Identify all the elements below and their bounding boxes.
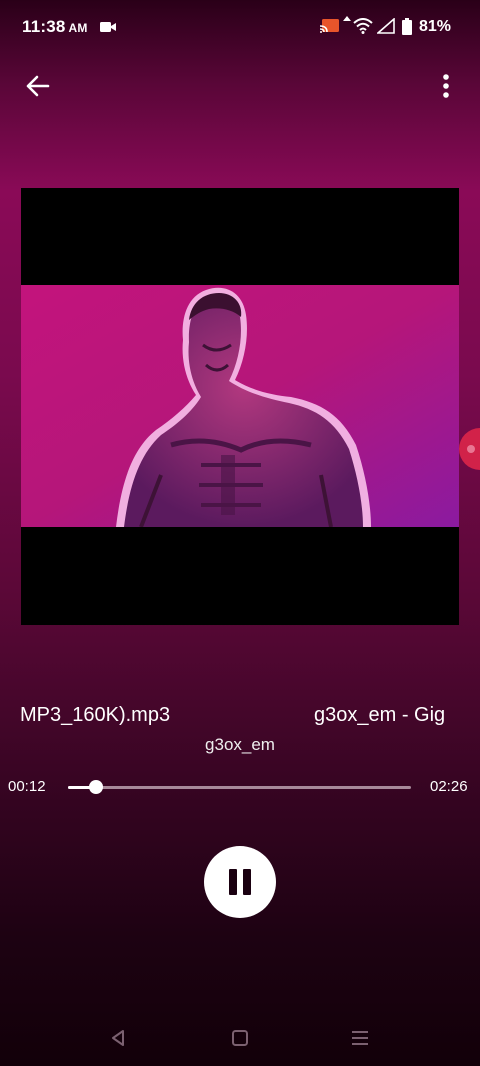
track-title-head: g3ox_em - Gig (314, 704, 446, 726)
wifi-icon (353, 18, 373, 34)
album-artwork (21, 188, 459, 625)
seek-bar[interactable] (68, 780, 411, 794)
track-title-marquee: MP3_160K).mp3 g3ox_em - Gig (20, 700, 456, 732)
artwork-image (21, 285, 459, 527)
cast-icon (320, 19, 339, 33)
video-cam-icon (100, 22, 116, 32)
pause-icon-bar (243, 869, 251, 895)
data-arrow-icon (343, 16, 351, 21)
seek-thumb[interactable] (89, 780, 104, 794)
pause-button[interactable] (204, 846, 276, 918)
floating-dot (467, 445, 475, 453)
track-artist: g3ox_em (205, 735, 275, 754)
status-time: 11:38 AM (22, 17, 88, 36)
floating-handle[interactable] (459, 428, 480, 470)
elapsed-time: 00:12 (8, 778, 46, 795)
signal-icon (377, 18, 395, 34)
pause-icon (229, 869, 237, 895)
battery-percent: 81% (419, 18, 452, 35)
track-title-tail: MP3_160K).mp3 (20, 704, 171, 726)
nav-home-icon[interactable] (230, 1028, 250, 1048)
battery-icon (402, 18, 412, 35)
nav-back-icon[interactable] (108, 1028, 128, 1048)
status-bar: 11:38 AM 81% (0, 0, 480, 56)
total-time: 02:26 (430, 778, 468, 795)
system-nav-bar (0, 1010, 480, 1066)
nav-recents-icon[interactable] (350, 1028, 370, 1048)
back-arrow-icon[interactable] (20, 68, 56, 104)
more-vert-icon[interactable] (430, 70, 462, 102)
